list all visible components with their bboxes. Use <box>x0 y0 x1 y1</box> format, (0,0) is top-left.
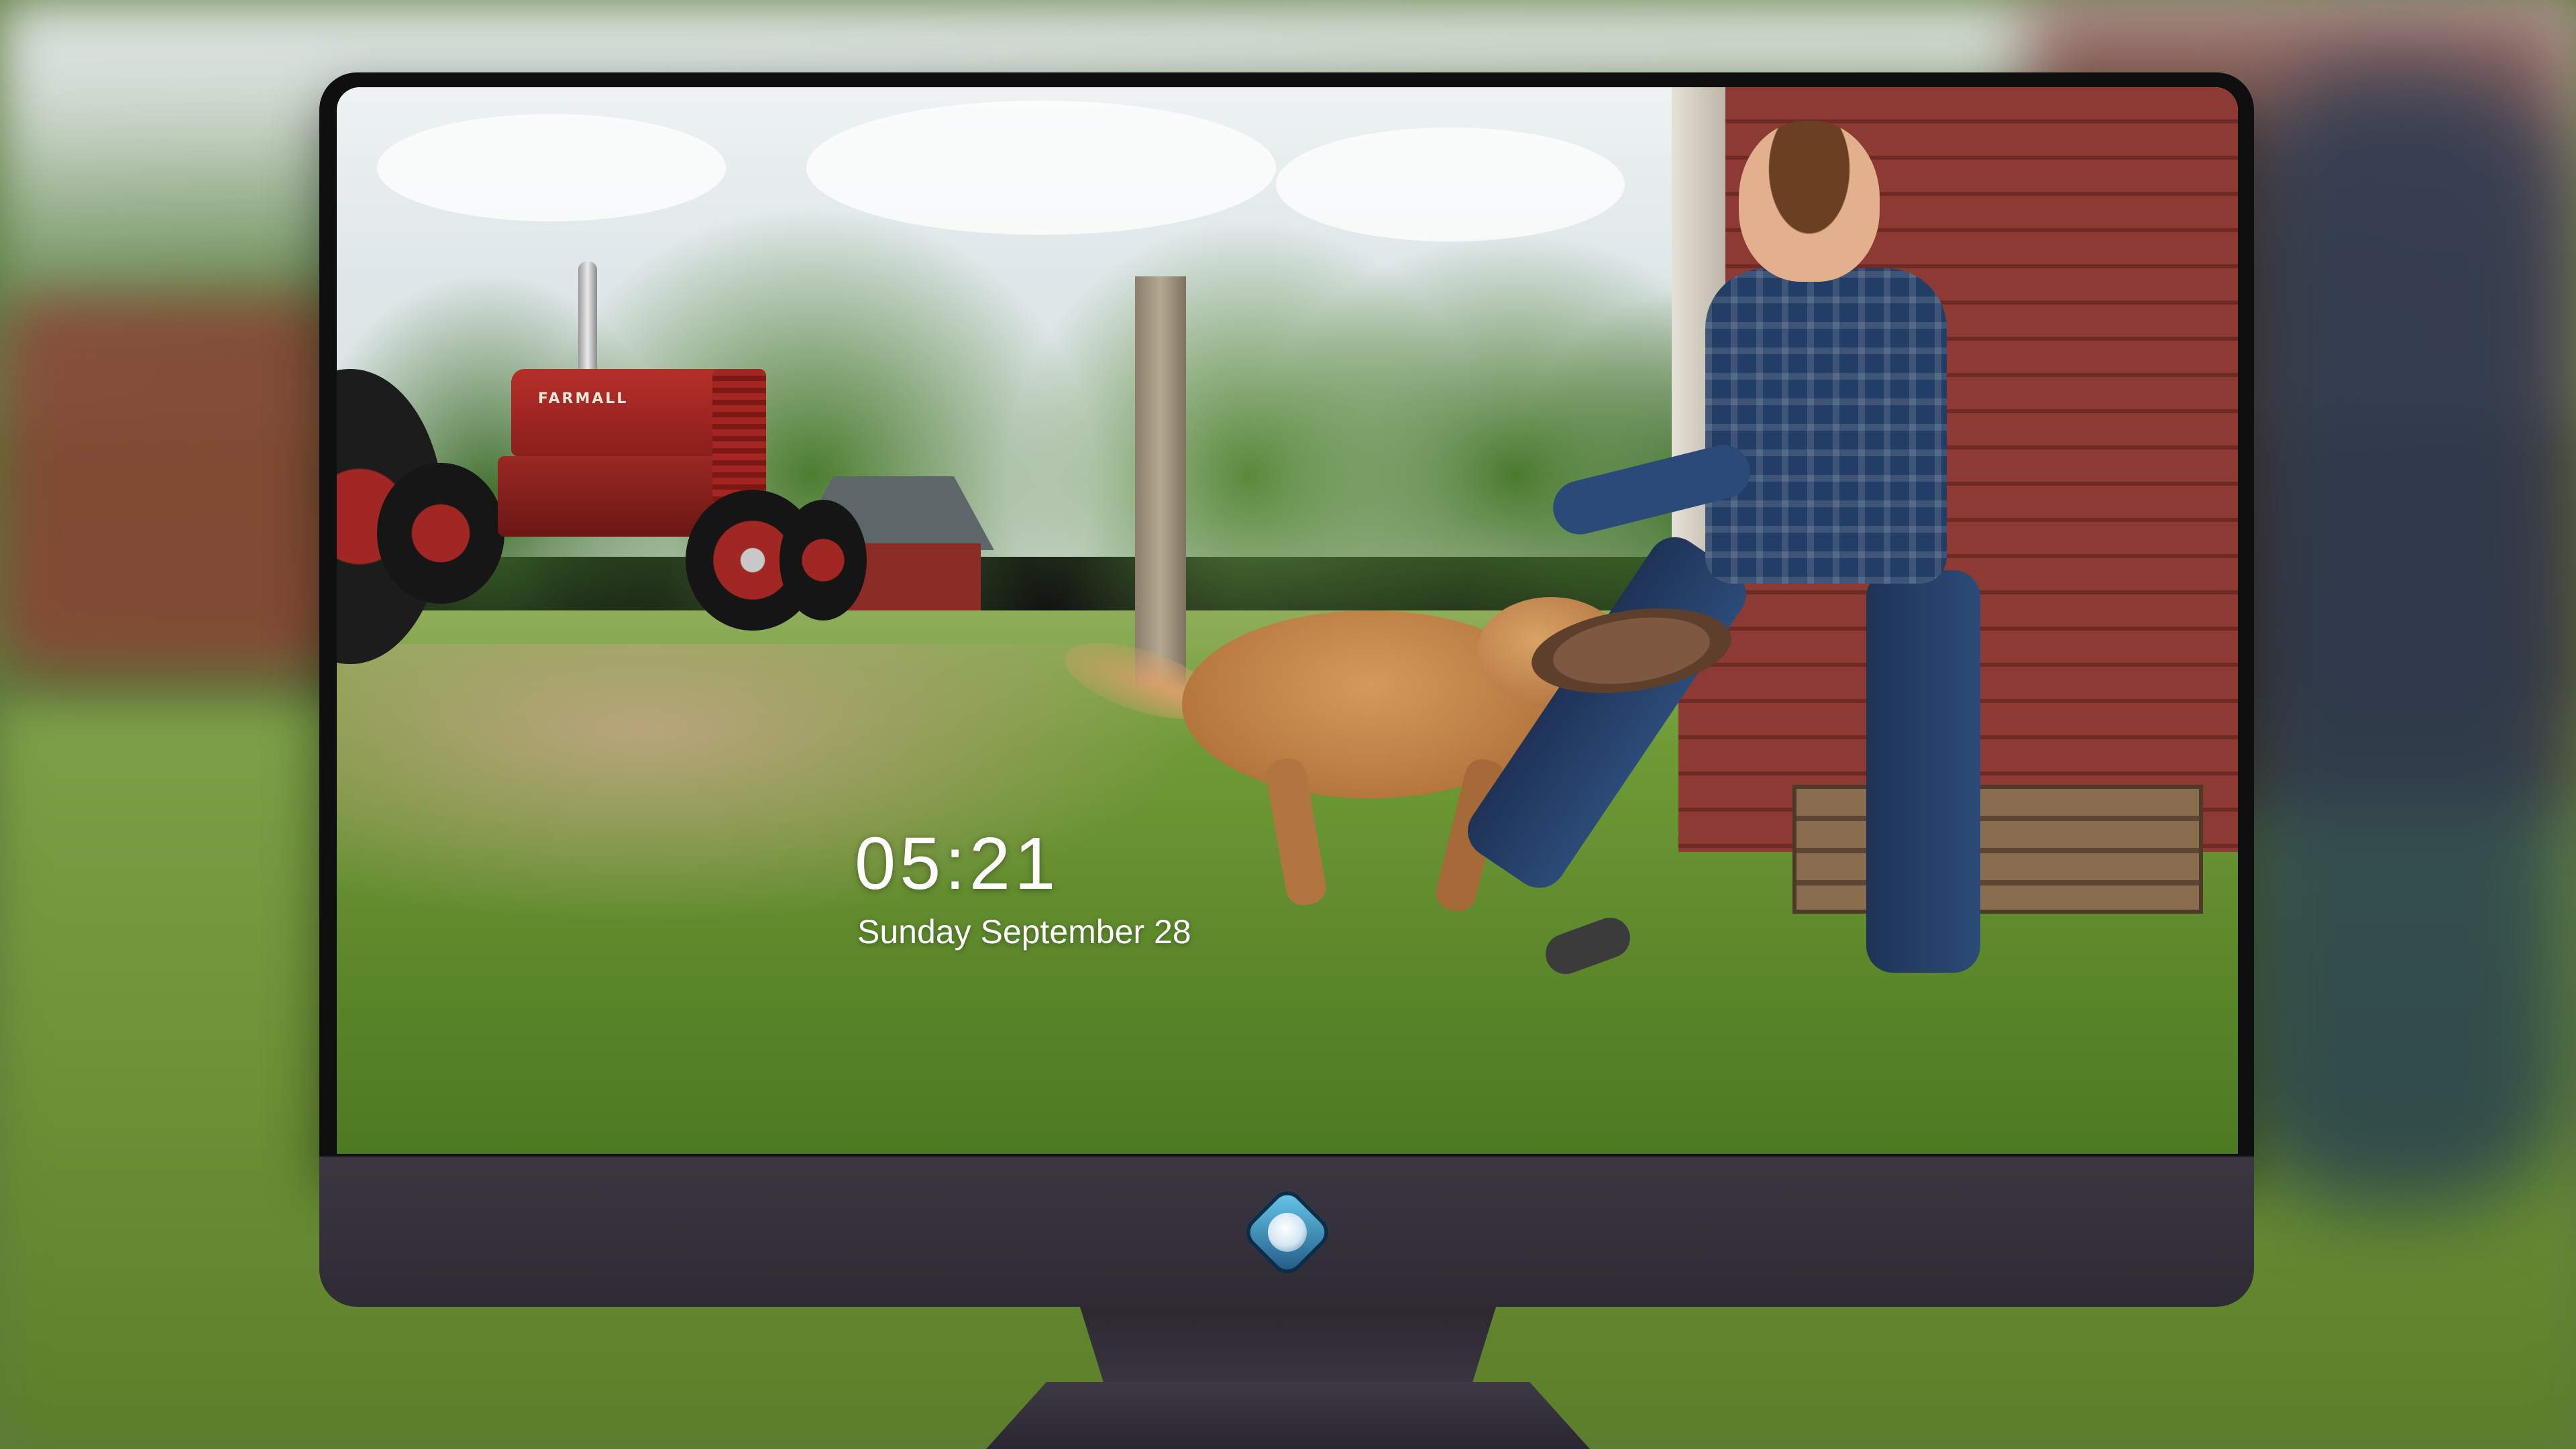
boy-leg <box>1866 570 1980 973</box>
tractor-brand-text: FARMALL <box>538 390 629 407</box>
tractor-front-wheel-2 <box>780 500 867 621</box>
tractor-rear-wheel-2 <box>377 463 504 604</box>
boy-head <box>1739 121 1880 282</box>
red-tractor: FARMALL <box>337 235 887 664</box>
boy-plaid-shirt <box>1705 268 1947 584</box>
wallpaper: FARMALL <box>337 87 2238 1154</box>
fence-post <box>1135 276 1186 686</box>
brand-logo-mascot-icon <box>1268 1213 1307 1252</box>
wallpaper-dirt-path <box>337 644 1209 926</box>
monitor-stand-neck <box>1080 1307 1496 1387</box>
background-tractor <box>0 295 349 671</box>
lock-screen-date: Sunday September 28 <box>857 913 1191 951</box>
lock-screen[interactable]: FARMALL 05:21 Sunday September 28 💬 ☁ <box>337 87 2238 1154</box>
wooden-crate <box>1792 785 2203 914</box>
background-figure <box>2234 67 2569 1208</box>
lock-screen-time: 05:21 <box>855 822 1060 905</box>
monitor-stand-base <box>986 1382 1590 1449</box>
tractor-exhaust <box>578 262 597 376</box>
